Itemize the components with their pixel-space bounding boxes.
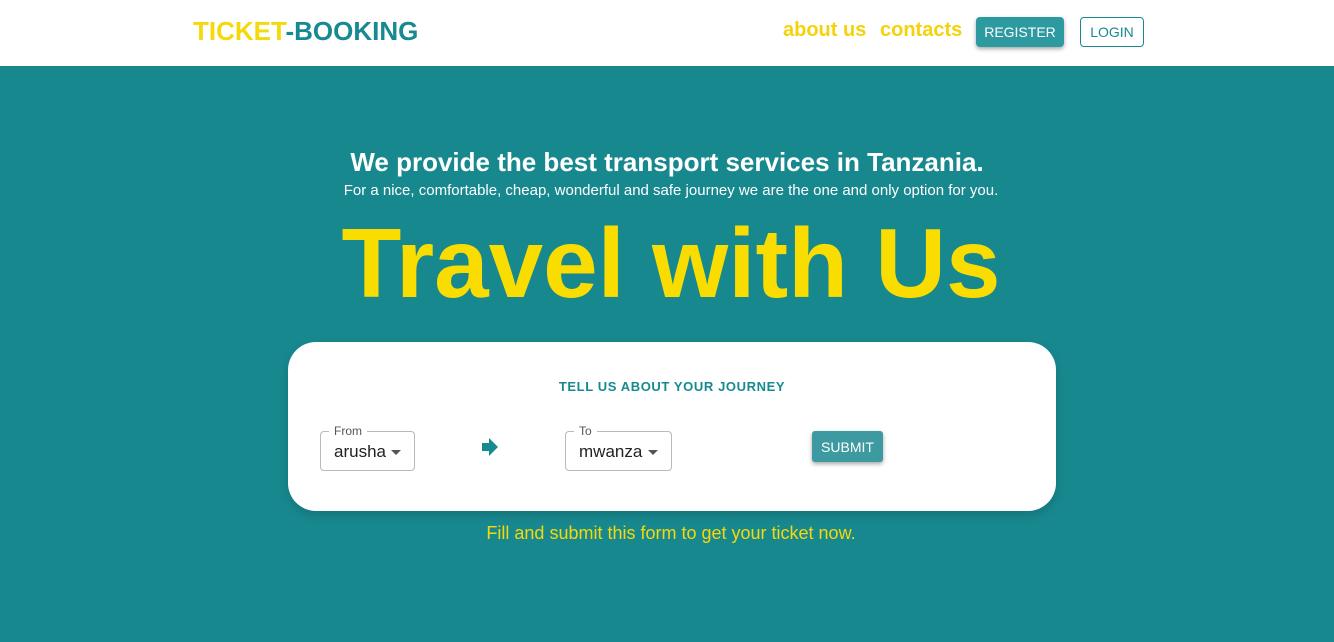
submit-button[interactable]: SUBMIT: [812, 431, 883, 462]
form-title: TELL US ABOUT YOUR JOURNEY: [558, 379, 786, 394]
chevron-down-icon: [648, 450, 658, 455]
to-value: mwanza: [579, 442, 643, 461]
journey-form-card: TELL US ABOUT YOUR JOURNEY From arusha T…: [288, 342, 1056, 511]
to-label: To: [574, 423, 597, 439]
form-hint: Fill and submit this form to get your ti…: [486, 523, 856, 543]
logo-ticket: TICKET: [193, 16, 286, 46]
register-button[interactable]: REGISTER: [976, 17, 1064, 47]
from-label: From: [329, 423, 367, 439]
hero-headline: We provide the best transport services i…: [350, 147, 984, 177]
chevron-down-icon: [391, 450, 401, 455]
login-button[interactable]: LOGIN: [1080, 17, 1144, 47]
from-select[interactable]: From arusha: [320, 423, 415, 471]
arrow-right-icon: [482, 438, 498, 456]
nav-link-contacts[interactable]: contacts: [880, 19, 962, 42]
navbar: TICKET-BOOKING about us contacts REGISTE…: [0, 0, 1334, 66]
logo-booking: -BOOKING: [285, 16, 419, 46]
site-logo[interactable]: TICKET-BOOKING: [193, 16, 418, 47]
to-select[interactable]: To mwanza: [565, 423, 672, 471]
hero-tagline: Travel with Us: [341, 208, 1001, 318]
nav-link-about[interactable]: about us: [783, 19, 866, 42]
from-value: arusha: [334, 442, 386, 461]
hero-subline: For a nice, comfortable, cheap, wonderfu…: [343, 182, 999, 199]
